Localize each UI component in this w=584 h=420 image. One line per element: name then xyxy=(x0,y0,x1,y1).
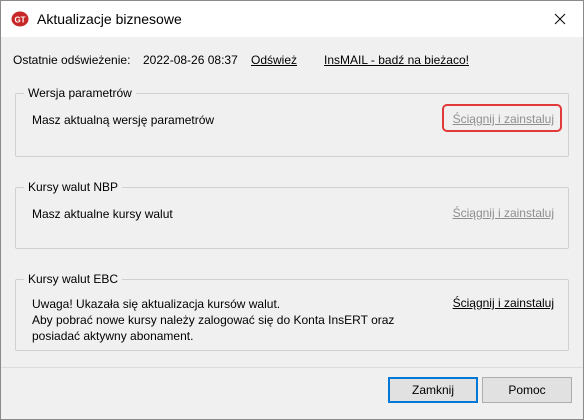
close-icon xyxy=(554,13,566,25)
svg-text:GT: GT xyxy=(14,16,25,25)
dialog-window: GT Aktualizacje biznesowe Ostatnie odświ… xyxy=(0,0,584,420)
download-install-link[interactable]: Ściągnij i zainstaluj xyxy=(453,296,554,310)
footer-divider xyxy=(1,367,583,368)
refresh-link[interactable]: Odśwież xyxy=(251,53,297,67)
status-line: Aby pobrać nowe kursy należy zalogować s… xyxy=(32,313,395,327)
insert-app-icon: GT xyxy=(11,11,29,27)
title-bar: GT Aktualizacje biznesowe xyxy=(1,1,583,37)
window-title: Aktualizacje biznesowe xyxy=(37,11,182,27)
status-line: Uwaga! Ukazała się aktualizacja kursów w… xyxy=(32,297,281,311)
group-nbp-rates: Kursy walut NBP Masz aktualne kursy walu… xyxy=(15,180,569,249)
close-button[interactable]: Zamknij xyxy=(388,377,478,403)
dialog-content: Ostatnie odświeżenie: 2022-08-26 08:37 O… xyxy=(1,37,583,367)
group-title: Kursy walut NBP xyxy=(24,180,123,194)
group-status-text: Masz aktualną wersję parametrów xyxy=(32,112,214,128)
group-title: Kursy walut EBC xyxy=(24,272,123,286)
status-line: posiadać aktywny abonament. xyxy=(32,329,194,343)
status-line: Masz aktualne kursy walut xyxy=(32,207,173,221)
insmail-link[interactable]: InsMAIL - badź na bieżaco! xyxy=(324,53,469,67)
last-refresh-timestamp: 2022-08-26 08:37 xyxy=(143,53,238,67)
close-window-button[interactable] xyxy=(537,1,583,37)
group-status-text: Uwaga! Ukazała się aktualizacja kursów w… xyxy=(32,296,394,344)
group-title: Wersja parametrów xyxy=(24,86,136,100)
group-status-text: Masz aktualne kursy walut xyxy=(32,206,173,222)
status-line: Masz aktualną wersję parametrów xyxy=(32,113,215,127)
download-install-link[interactable]: Ściągnij i zainstaluj xyxy=(453,206,554,220)
last-refresh-label: Ostatnie odświeżenie: xyxy=(13,53,131,67)
group-ebc-rates: Kursy walut EBC Uwaga! Ukazała się aktua… xyxy=(15,272,569,351)
highlight-frame xyxy=(442,104,562,132)
dialog-footer: Zamknij Pomoc xyxy=(1,367,583,419)
help-button[interactable]: Pomoc xyxy=(482,377,572,403)
group-parameters-version: Wersja parametrów Masz aktualną wersję p… xyxy=(15,86,569,157)
